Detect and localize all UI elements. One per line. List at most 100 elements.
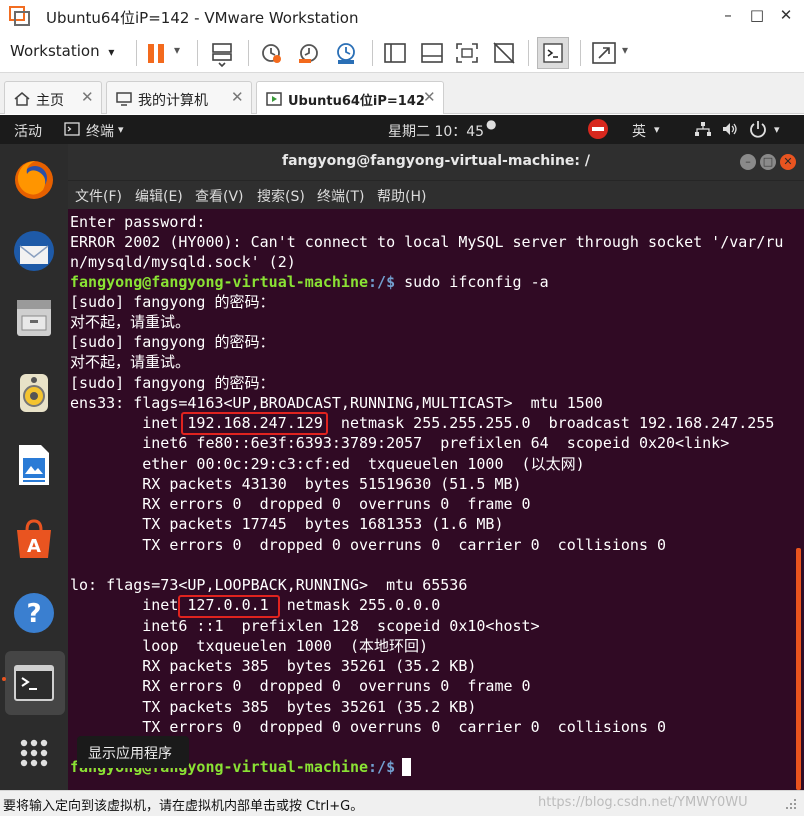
terminal-close-button[interactable]: ✕ [780, 154, 796, 170]
volume-icon[interactable] [721, 121, 739, 137]
terminal-line: n/mysqld/mysqld.sock' (2) [70, 253, 296, 271]
toolbar-divider [136, 40, 137, 66]
tab-label: 主页 [36, 93, 64, 109]
resize-grip-icon[interactable] [784, 797, 798, 811]
toolbar-divider [197, 40, 198, 66]
vm-tab-bar: 主页 ✕ 我的计算机 ✕ Ubuntu64位iP=142 ✕ [0, 72, 804, 114]
chevron-down-icon: ▾ [774, 123, 780, 136]
loopback-highlight-box [178, 595, 280, 618]
snapshot-icon[interactable] [257, 39, 285, 67]
show-library-icon[interactable] [381, 39, 409, 67]
toolbar-divider [580, 40, 581, 66]
terminal-line: TX packets 385 bytes 35261 (35.2 KB) [70, 698, 477, 716]
terminal-app-icon [64, 122, 80, 136]
terminal-icon[interactable] [11, 660, 57, 706]
terminal-line: TX packets 17745 bytes 1681353 (1.6 MB) [70, 515, 504, 533]
menu-terminal[interactable]: 终端(T) [317, 186, 364, 206]
terminal-line: ens33: flags=4163<UP,BROADCAST,RUNNING,M… [70, 394, 603, 412]
files-icon[interactable] [11, 294, 57, 340]
terminal-line: inet6 ::1 prefixlen 128 scopeid 0x10<hos… [70, 617, 540, 635]
chevron-down-icon: ▾ [108, 45, 115, 59]
terminal-line: 对不起，请重试。 [70, 353, 191, 371]
thumbnail-bar-icon[interactable] [418, 39, 446, 67]
show-apps-icon[interactable] [11, 730, 57, 776]
menu-search[interactable]: 搜索(S) [257, 186, 305, 206]
send-keys-icon[interactable] [208, 39, 236, 67]
ip-highlight-box [181, 412, 328, 435]
command-text: sudo ifconfig -a [395, 273, 549, 291]
stretch-dropdown-icon[interactable]: ▾ [622, 43, 628, 57]
terminal-scrollbar[interactable] [796, 548, 801, 790]
chevron-down-icon: ▾ [118, 123, 124, 136]
toolbar-divider [372, 40, 373, 66]
monitor-icon [116, 92, 132, 106]
terminal-line: inet6 fe80::6e3f:6393:3789:2057 prefixle… [70, 434, 730, 452]
terminal-line: RX packets 43130 bytes 51519630 (51.5 MB… [70, 475, 522, 493]
rhythmbox-icon[interactable] [11, 370, 57, 416]
ubuntu-dock: A ? [0, 144, 68, 790]
menu-file[interactable]: 文件(F) [75, 186, 122, 206]
toolbar-divider [248, 40, 249, 66]
pause-dropdown-icon[interactable]: ▾ [174, 43, 180, 57]
terminal-line: [sudo] fangyong 的密码： [70, 333, 275, 351]
tab-close-button[interactable]: ✕ [81, 88, 94, 106]
terminal-line: Enter password: [70, 213, 206, 231]
tab-home[interactable]: 主页 ✕ [4, 81, 102, 114]
close-window-button[interactable]: ✕ [774, 4, 798, 26]
input-method-indicator[interactable]: 英 [632, 121, 646, 141]
toolbar-divider [528, 40, 529, 66]
workstation-menu-button[interactable]: Workstation ▾ [10, 42, 114, 60]
minimize-button[interactable]: – [716, 4, 740, 26]
tooltip-text: 显示应用程序 [88, 746, 172, 762]
firefox-icon[interactable] [11, 156, 57, 202]
tab-close-button[interactable]: ✕ [423, 88, 436, 106]
terminal-line: TX errors 0 dropped 0 overruns 0 carrier… [70, 536, 667, 554]
prompt-user: fangyong@fangyong-virtual-machine [70, 273, 369, 291]
terminal-header-bar: fangyong@fangyong-virtual-machine: / – □… [68, 144, 804, 180]
app-menu-terminal[interactable]: 终端 [86, 121, 114, 141]
software-center-icon[interactable]: A [11, 516, 57, 562]
console-icon [543, 43, 563, 63]
fullscreen-icon[interactable] [453, 39, 481, 67]
terminal-maximize-button[interactable]: □ [760, 154, 776, 170]
thunderbird-icon[interactable] [11, 228, 57, 274]
terminal-line: ether 00:0c:29:c3:cf:ed txqueuelen 1000 … [70, 455, 585, 473]
terminal-menu-bar: 文件(F) 编辑(E) 查看(V) 搜索(S) 终端(T) 帮助(H) [68, 180, 804, 210]
pause-icon[interactable] [143, 39, 171, 67]
console-view-button[interactable] [537, 37, 569, 69]
tab-close-button[interactable]: ✕ [231, 88, 244, 106]
revert-snapshot-icon[interactable] [295, 39, 323, 67]
tab-my-computer[interactable]: 我的计算机 ✕ [106, 81, 252, 114]
terminal-prompt-line: fangyong@fangyong-virtual-machine:/$ sud… [70, 272, 549, 292]
prompt-path: :/$ [368, 273, 396, 291]
terminal-line: inet 192.168.247.129 netmask 255.255.255… [70, 414, 775, 432]
svg-text:A: A [27, 536, 41, 557]
terminal-title: fangyong@fangyong-virtual-machine: / [281, 153, 591, 169]
menu-edit[interactable]: 编辑(E) [135, 186, 183, 206]
snapshot-manager-icon[interactable] [332, 39, 360, 67]
vmware-status-bar: 要将输入定向到该虚拟机，请在虚拟机内部单击或按 Ctrl+G。 https://… [0, 790, 804, 816]
terminal-minimize-button[interactable]: – [740, 154, 756, 170]
no-entry-icon[interactable] [587, 118, 609, 140]
libreoffice-writer-icon[interactable] [11, 442, 57, 488]
menu-view[interactable]: 查看(V) [195, 186, 244, 206]
prompt-path: :/$ [368, 758, 396, 776]
vmware-toolbar: Workstation ▾ ▾ ▾ [0, 32, 804, 72]
clock[interactable]: 星期二 10：45 [388, 121, 484, 141]
terminal-line: [sudo] fangyong 的密码： [70, 374, 275, 392]
terminal-output[interactable]: Enter password: ERROR 2002 (HY000): Can'… [68, 209, 804, 790]
workstation-menu-label: Workstation [10, 42, 100, 60]
unity-mode-icon[interactable] [490, 39, 518, 67]
stretch-guest-icon[interactable] [590, 39, 618, 67]
network-icon[interactable] [694, 121, 712, 137]
activities-button[interactable]: 活动 [14, 121, 42, 141]
help-icon[interactable]: ? [11, 590, 57, 636]
terminal-line: ERROR 2002 (HY000): Can't connect to loc… [70, 233, 784, 251]
terminal-line: RX errors 0 dropped 0 overruns 0 frame 0 [70, 677, 531, 695]
status-message: 要将输入定向到该虚拟机，请在虚拟机内部单击或按 Ctrl+G。 [3, 799, 364, 814]
notification-dot-icon: ● [486, 117, 497, 131]
power-icon[interactable] [749, 120, 767, 138]
maximize-button[interactable]: □ [745, 4, 769, 26]
tab-ubuntu-vm[interactable]: Ubuntu64位iP=142 ✕ [256, 81, 444, 114]
menu-help[interactable]: 帮助(H) [377, 186, 426, 206]
